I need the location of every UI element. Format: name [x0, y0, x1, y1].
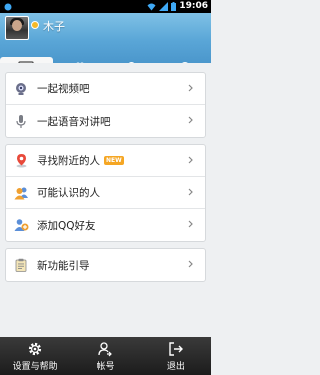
menu-item-label: 寻找附近的人: [37, 155, 100, 167]
chevron-right-icon: [188, 156, 193, 164]
wifi-icon: [147, 3, 156, 10]
video-call-icon: [16, 82, 26, 95]
menu-item-label: 一起视频吧: [37, 83, 90, 95]
menu-content: 一起视频吧 一起语音对讲吧 寻找附近的人 NEW 可能认识的人 添加QQ好友 新…: [0, 63, 211, 337]
gear-icon: [29, 342, 42, 356]
menu-item-nearby[interactable]: 寻找附近的人 NEW: [6, 145, 205, 177]
avatar[interactable]: [5, 16, 29, 40]
menu-item-label: 一起语音对讲吧: [37, 115, 111, 128]
clock-time: 19:06: [179, 1, 208, 11]
menu-item-label: 新功能引导: [37, 259, 90, 272]
menu-group-communicate: 一起视频吧 一起语音对讲吧: [5, 72, 206, 138]
menu-item-video-chat[interactable]: 一起视频吧: [6, 73, 205, 105]
menu-item-may-know[interactable]: 可能认识的人: [6, 177, 205, 209]
exit-label: 退出: [166, 362, 185, 372]
chevron-right-icon: [188, 84, 193, 92]
chevron-right-icon: [188, 220, 193, 228]
menu-group-guide: 新功能引导: [5, 248, 206, 282]
menu-item-label: 可能认识的人: [37, 187, 100, 199]
account-swap-icon: [98, 342, 113, 357]
new-badge: NEW: [104, 156, 124, 165]
location-pin-icon: [16, 154, 26, 168]
status-bar: 19:06: [0, 0, 211, 13]
battery-icon: [171, 1, 177, 11]
notification-icon: [4, 3, 12, 11]
menu-item-voice-talk[interactable]: 一起语音对讲吧: [6, 105, 205, 137]
clipboard-icon: [15, 258, 27, 272]
account-label: 帐号: [96, 362, 115, 372]
menu-item-add-friend[interactable]: 添加QQ好友: [6, 209, 205, 241]
chevron-right-icon: [188, 188, 193, 196]
chevron-right-icon: [188, 260, 193, 268]
online-status-icon[interactable]: [31, 21, 39, 29]
add-friend-icon: [14, 219, 28, 231]
exit-button[interactable]: 退出: [141, 337, 211, 375]
signal-icon: [159, 1, 169, 11]
account-button[interactable]: 帐号: [70, 337, 140, 375]
menu-group-friends: 寻找附近的人 NEW 可能认识的人 添加QQ好友: [5, 144, 206, 242]
settings-help-label: 设置与帮助: [12, 362, 58, 372]
microphone-icon: [16, 114, 26, 128]
people-icon: [14, 187, 28, 199]
menu-item-new-feature-guide[interactable]: 新功能引导: [6, 249, 205, 281]
chevron-right-icon: [188, 116, 193, 124]
menu-item-label: 添加QQ好友: [37, 219, 96, 232]
settings-help-button[interactable]: 设置与帮助: [0, 337, 70, 375]
bottom-bar: 设置与帮助 帐号 退出: [0, 337, 211, 375]
profile-header: 木子: [0, 13, 211, 76]
nickname[interactable]: 木子: [43, 18, 65, 34]
exit-icon: [169, 342, 183, 356]
